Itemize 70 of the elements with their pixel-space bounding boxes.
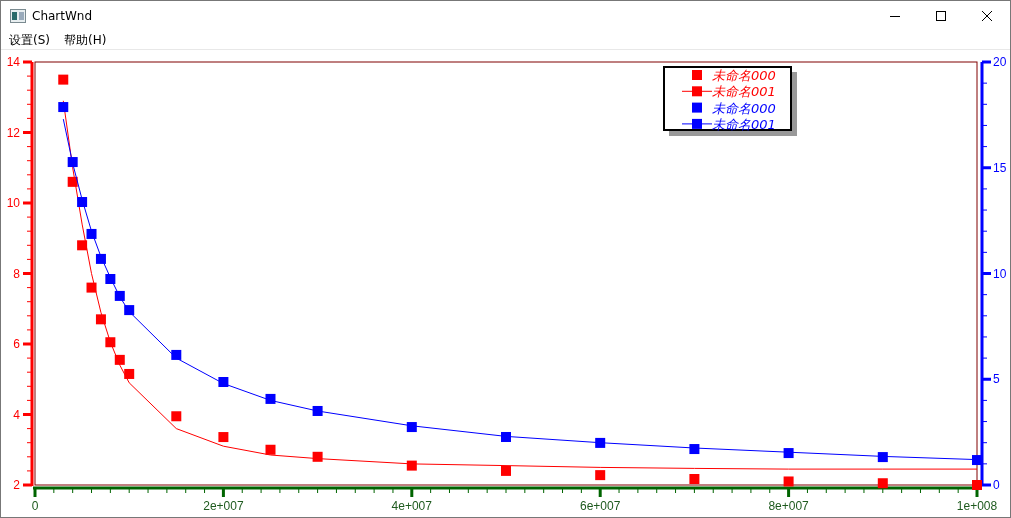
data-point <box>77 240 88 251</box>
legend-label: 未命名001 <box>712 84 776 100</box>
data-point <box>124 368 135 379</box>
axis-label: 8e+007 <box>768 499 809 513</box>
data-point <box>406 422 417 433</box>
menu-item[interactable]: 设置(S) <box>9 31 50 49</box>
data-point <box>218 377 229 387</box>
data-point <box>972 455 982 466</box>
data-point <box>877 478 888 489</box>
legend-line-marker-icon <box>681 118 713 129</box>
data-point <box>972 480 982 490</box>
legend-label: 未命名000 <box>712 100 776 116</box>
data-point <box>783 448 794 459</box>
data-point <box>312 451 323 462</box>
axis-label: 2e+007 <box>203 499 244 513</box>
axis-label: 6e+007 <box>580 499 621 513</box>
axis-label: 8 <box>13 266 20 281</box>
axis-label: 5 <box>993 372 1000 387</box>
axis-label: 12 <box>6 125 20 140</box>
data-point <box>501 432 511 442</box>
data-point <box>171 349 182 360</box>
data-point <box>114 354 125 365</box>
axis-label: 6 <box>13 337 20 351</box>
axis-label: 0 <box>993 478 1000 492</box>
data-point <box>95 253 106 264</box>
data-point <box>67 157 78 168</box>
data-point <box>171 411 182 422</box>
data-point <box>265 393 276 404</box>
data-point <box>77 197 88 207</box>
data-point <box>95 314 106 325</box>
data-point <box>689 444 700 455</box>
maximize-icon <box>936 11 946 21</box>
data-point <box>124 305 135 316</box>
axis-label: 14 <box>6 55 20 69</box>
data-point <box>312 406 323 416</box>
data-point <box>218 432 229 443</box>
data-point <box>105 337 116 348</box>
data-point <box>86 228 97 239</box>
axis-label: 10 <box>993 266 1007 281</box>
data-point <box>501 465 511 476</box>
data-point <box>114 290 125 301</box>
data-point <box>86 282 97 293</box>
close-icon <box>982 11 992 21</box>
legend-marker-icon <box>692 70 702 80</box>
data-point <box>783 476 794 487</box>
data-point <box>58 74 69 85</box>
axis-label: 4 <box>13 407 20 422</box>
legend-label: 未命名000 <box>712 68 776 83</box>
data-point <box>595 437 606 448</box>
data-point <box>689 474 700 484</box>
legend-marker-icon <box>692 102 702 113</box>
app-icon <box>10 9 26 23</box>
axis-label: 10 <box>6 196 20 210</box>
legend-label: 未命名001 <box>712 116 776 132</box>
data-point <box>67 176 78 187</box>
axis-label: 20 <box>993 55 1007 69</box>
data-point <box>406 460 417 471</box>
data-point <box>595 470 606 481</box>
legend-line-marker-icon <box>681 86 713 97</box>
axis-label: 2 <box>13 478 20 492</box>
window-title: ChartWnd <box>32 9 93 23</box>
axis-label: 0 <box>31 499 39 513</box>
data-point <box>105 274 116 284</box>
data-point <box>877 452 888 463</box>
axis-label: 4e+007 <box>391 499 432 513</box>
menu-item[interactable]: 帮助(H) <box>64 31 107 49</box>
data-point <box>265 444 276 455</box>
data-point <box>58 102 69 113</box>
axis-label: 1e+008 <box>956 499 998 513</box>
axis-label: 15 <box>993 160 1007 175</box>
